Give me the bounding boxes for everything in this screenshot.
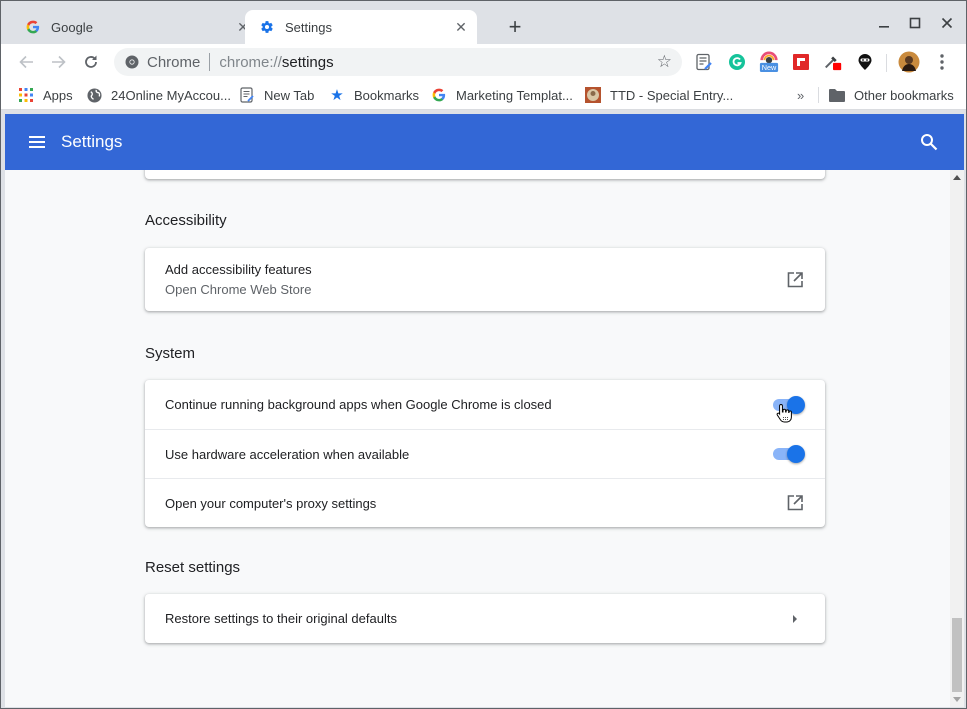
row-label: Open your computer's proxy settings: [165, 495, 377, 511]
url-scheme: chrome://: [219, 53, 282, 71]
back-button[interactable]: [14, 50, 38, 74]
hardware-acceleration-toggle[interactable]: [771, 444, 805, 464]
bookmark-label: 24Online MyAccou...: [111, 87, 231, 103]
folder-icon: [829, 87, 845, 103]
maximize-icon[interactable]: [905, 13, 925, 33]
previous-section-card: [145, 170, 825, 179]
page-title: Settings: [61, 132, 123, 151]
row-label: Continue running background apps when Go…: [165, 397, 552, 412]
grammarly-icon[interactable]: [727, 52, 747, 72]
flipboard-icon[interactable]: [791, 52, 811, 72]
ttd-icon: [585, 87, 601, 103]
ninja-icon[interactable]: [855, 52, 875, 72]
gear-icon: [259, 19, 275, 35]
minimize-icon[interactable]: [874, 13, 894, 33]
open-in-new-icon[interactable]: [785, 270, 805, 290]
row-label: Use hardware acceleration when available: [165, 446, 410, 462]
toggle-knob: [787, 445, 805, 463]
browser-window: Google ✕ Settings ✕ + Chrome chrome:// s…: [0, 0, 967, 709]
google-g-icon: [25, 19, 41, 35]
vertical-scrollbar[interactable]: [950, 170, 964, 707]
bookmark-label: Apps: [43, 87, 73, 103]
section-title-reset: Reset settings: [145, 559, 241, 576]
row-label: Restore settings to their original defau…: [165, 611, 397, 626]
bookmark-other[interactable]: Other bookmarks: [829, 86, 954, 104]
proxy-settings-row[interactable]: Open your computer's proxy settings: [145, 478, 825, 527]
close-window-icon[interactable]: [937, 13, 957, 33]
apps-grid-icon: [18, 87, 34, 103]
scroll-down-arrow-icon[interactable]: [953, 697, 961, 702]
chrome-icon: [125, 55, 139, 69]
bookmark-ttd[interactable]: TTD - Special Entry...: [585, 86, 733, 104]
bookmark-label: Bookmarks: [354, 87, 420, 103]
background-apps-row[interactable]: Continue running background apps when Go…: [145, 380, 825, 429]
site-chip: Chrome: [147, 53, 201, 71]
tab-settings[interactable]: Settings ✕: [245, 10, 477, 44]
row-label: Add accessibility features: [165, 262, 312, 277]
bookmark-bookmarks[interactable]: ★ Bookmarks: [329, 86, 419, 104]
star-icon: ★: [330, 87, 344, 104]
row-sublabel: Open Chrome Web Store: [165, 282, 312, 297]
google-g-icon: [431, 87, 447, 103]
section-title-system: System: [145, 345, 196, 362]
add-accessibility-features-row[interactable]: Add accessibility features Open Chrome W…: [145, 248, 825, 311]
bookmarks-overflow-button[interactable]: »: [797, 86, 804, 104]
toolbar: Chrome chrome:// settings ☆ New: [1, 44, 966, 80]
chip-separator: [209, 53, 211, 71]
page-icon: [239, 87, 255, 103]
bookmark-new-tab[interactable]: New Tab: [239, 86, 314, 104]
eyedropper-icon[interactable]: [823, 52, 843, 72]
restore-defaults-row[interactable]: Restore settings to their original defau…: [145, 594, 825, 643]
svg-text:New: New: [762, 63, 777, 72]
settings-content: Accessibility Add accessibility features…: [5, 170, 950, 707]
url-host: settings: [281, 53, 334, 71]
row-text: Add accessibility features Open Chrome W…: [165, 262, 785, 297]
more-vertical-icon[interactable]: [932, 52, 952, 72]
open-in-new-icon[interactable]: [785, 493, 805, 513]
scroll-up-arrow-icon[interactable]: [953, 175, 961, 180]
accessibility-card: Add accessibility features Open Chrome W…: [145, 248, 825, 311]
bookmarks-separator: [818, 87, 819, 103]
arrow-right-icon: [785, 614, 805, 624]
toolbar-separator: [886, 54, 887, 72]
bookmark-star-icon[interactable]: ☆: [657, 53, 672, 71]
close-tab-icon[interactable]: ✕: [453, 19, 469, 35]
reset-card: Restore settings to their original defau…: [145, 594, 825, 643]
hamburger-menu-icon[interactable]: [28, 133, 46, 151]
scrollbar-thumb[interactable]: [952, 618, 962, 692]
reload-button[interactable]: [79, 50, 103, 74]
profile-avatar[interactable]: [898, 51, 920, 73]
forward-button[interactable]: [47, 50, 71, 74]
tab-title: Google: [51, 19, 93, 35]
overflow-chevron-icon: »: [797, 87, 805, 103]
tab-title: Settings: [285, 19, 332, 35]
system-card: Continue running background apps when Go…: [145, 380, 825, 527]
tab-strip: Google ✕ Settings ✕ +: [1, 1, 966, 44]
bookmarks-bar: Apps 24Online MyAccou... New Tab ★ Bookm…: [1, 80, 966, 110]
tab-google[interactable]: Google ✕: [11, 10, 251, 44]
new-tab-button[interactable]: +: [503, 14, 527, 39]
hand-pointer-cursor-icon: [776, 403, 792, 423]
bookmark-label: TTD - Special Entry...: [610, 87, 734, 103]
bookmark-label: Other bookmarks: [854, 87, 954, 103]
settings-header: Settings: [5, 114, 964, 170]
address-bar[interactable]: Chrome chrome:// settings ☆: [114, 48, 682, 76]
bookmark-label: Marketing Templat...: [456, 87, 573, 103]
bookmark-apps[interactable]: Apps: [18, 86, 73, 104]
notes-extension-icon[interactable]: [694, 52, 714, 72]
bookmark-marketing[interactable]: Marketing Templat...: [431, 86, 573, 104]
hardware-acceleration-row[interactable]: Use hardware acceleration when available: [145, 429, 825, 478]
screenshot-extension-icon[interactable]: New: [759, 51, 779, 72]
globe-icon: [86, 87, 102, 103]
search-icon[interactable]: [920, 133, 938, 151]
bookmark-24online[interactable]: 24Online MyAccou...: [86, 86, 231, 104]
section-title-accessibility: Accessibility: [145, 212, 227, 229]
bookmark-label: New Tab: [264, 87, 315, 103]
